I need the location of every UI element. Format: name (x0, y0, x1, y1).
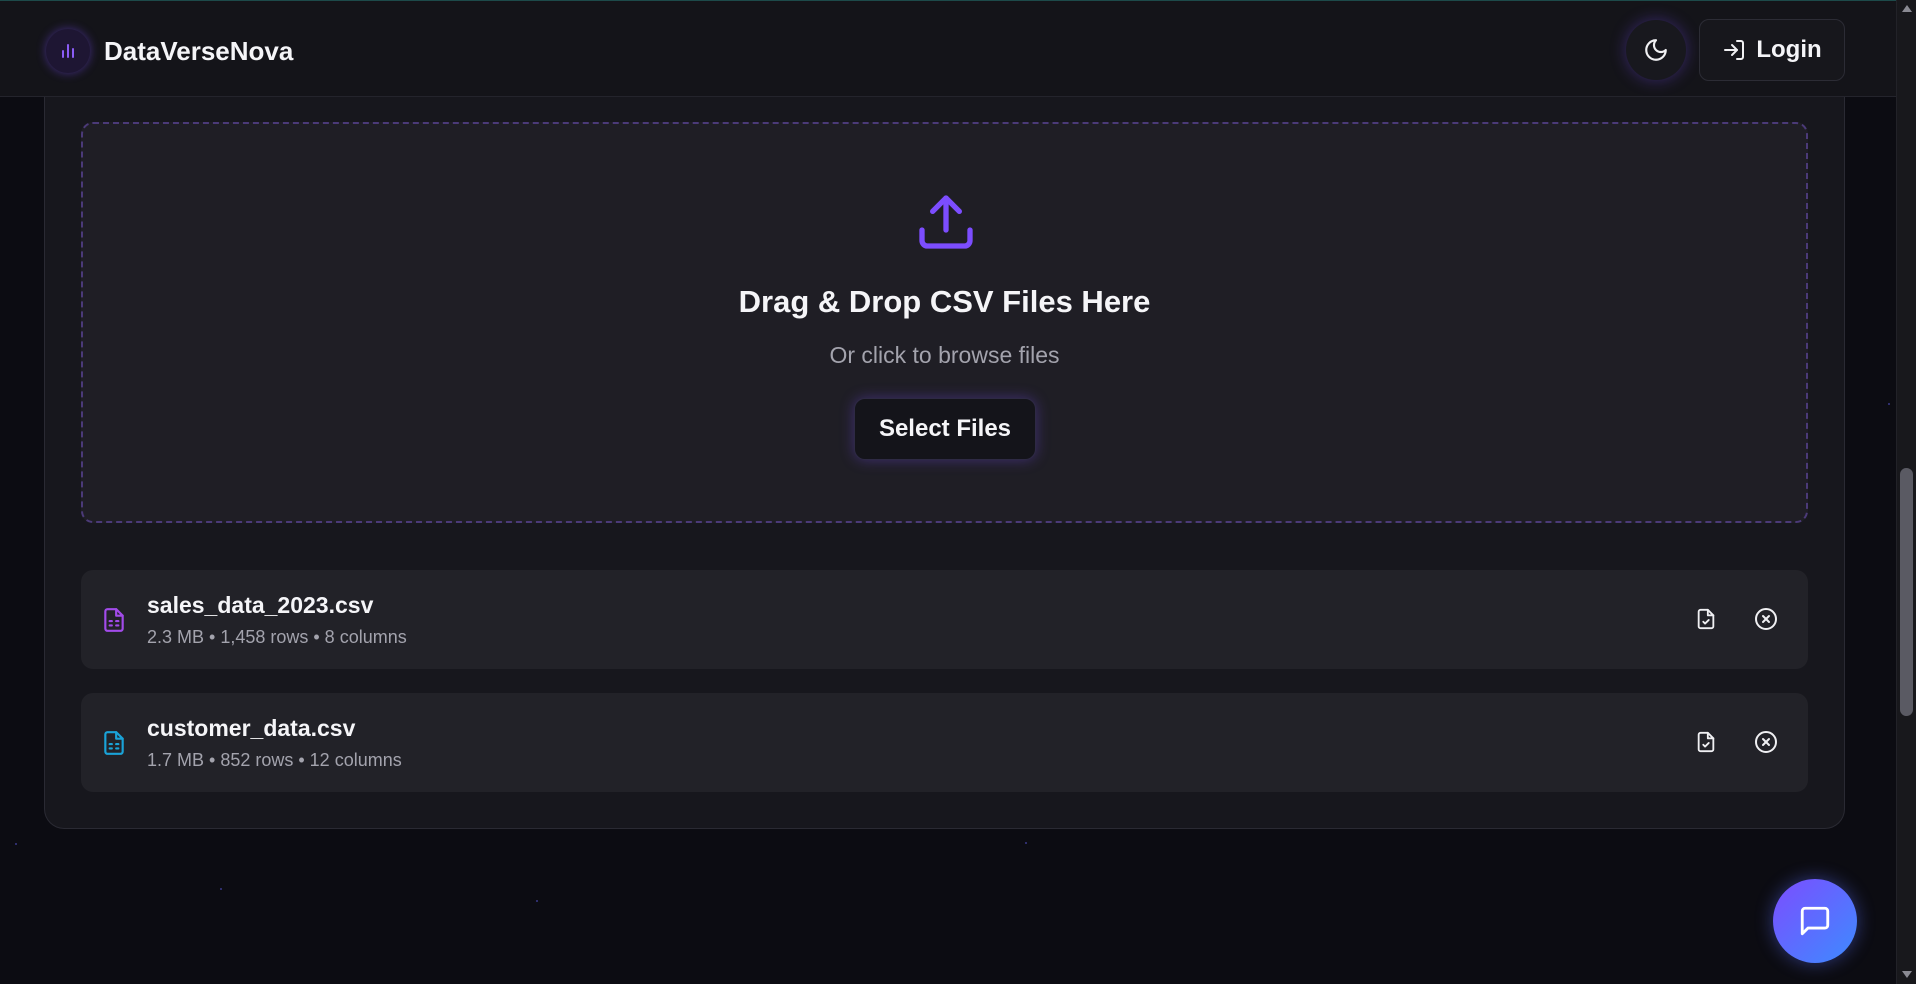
file-check-icon (1697, 608, 1715, 630)
chat-button[interactable] (1773, 879, 1857, 963)
select-files-button[interactable]: Select Files (854, 398, 1036, 460)
background-star (220, 888, 222, 890)
login-button[interactable]: Login (1699, 19, 1845, 81)
top-navigation-bar: DataVerseNova Login (0, 0, 1896, 97)
message-square-icon (1800, 906, 1830, 936)
upload-icon (919, 195, 973, 249)
dropzone-subtitle: Or click to browse files (829, 342, 1060, 368)
moon-icon (1645, 39, 1667, 61)
login-label: Login (1756, 36, 1822, 63)
remove-file-button[interactable] (1752, 605, 1780, 633)
brand[interactable]: DataVerseNova (46, 29, 293, 73)
file-list-item: sales_data_2023.csv 2.3 MB • 1,458 rows … (81, 570, 1808, 669)
bar-chart-icon (46, 29, 90, 73)
file-meta: 2.3 MB • 1,458 rows • 8 columns (147, 627, 407, 647)
log-in-icon (1724, 40, 1745, 60)
file-name: sales_data_2023.csv (147, 592, 374, 618)
preview-file-button[interactable] (1692, 605, 1720, 633)
x-circle-icon (1755, 731, 1777, 753)
remove-file-button[interactable] (1752, 728, 1780, 756)
theme-toggle-button[interactable] (1626, 20, 1686, 80)
background-star (1025, 842, 1027, 844)
scrollbar-thumb[interactable] (1900, 468, 1913, 716)
background-star (1888, 403, 1890, 405)
file-dropzone[interactable]: Drag & Drop CSV Files Here Or click to b… (81, 122, 1808, 523)
file-spreadsheet-icon (104, 608, 124, 632)
scroll-up-arrow[interactable] (1902, 5, 1912, 12)
scroll-down-arrow[interactable] (1902, 971, 1912, 978)
page-scrollbar[interactable] (1896, 0, 1916, 984)
file-name: customer_data.csv (147, 715, 356, 741)
preview-file-button[interactable] (1692, 728, 1720, 756)
x-circle-icon (1755, 608, 1777, 630)
file-check-icon (1697, 731, 1715, 753)
brand-name: DataVerseNova (104, 35, 294, 66)
background-star (15, 843, 17, 845)
file-list-item: customer_data.csv 1.7 MB • 852 rows • 12… (81, 693, 1808, 792)
background-star (536, 900, 538, 902)
file-meta: 1.7 MB • 852 rows • 12 columns (147, 750, 402, 770)
dropzone-title: Drag & Drop CSV Files Here (738, 284, 1151, 319)
file-spreadsheet-icon (104, 731, 124, 755)
